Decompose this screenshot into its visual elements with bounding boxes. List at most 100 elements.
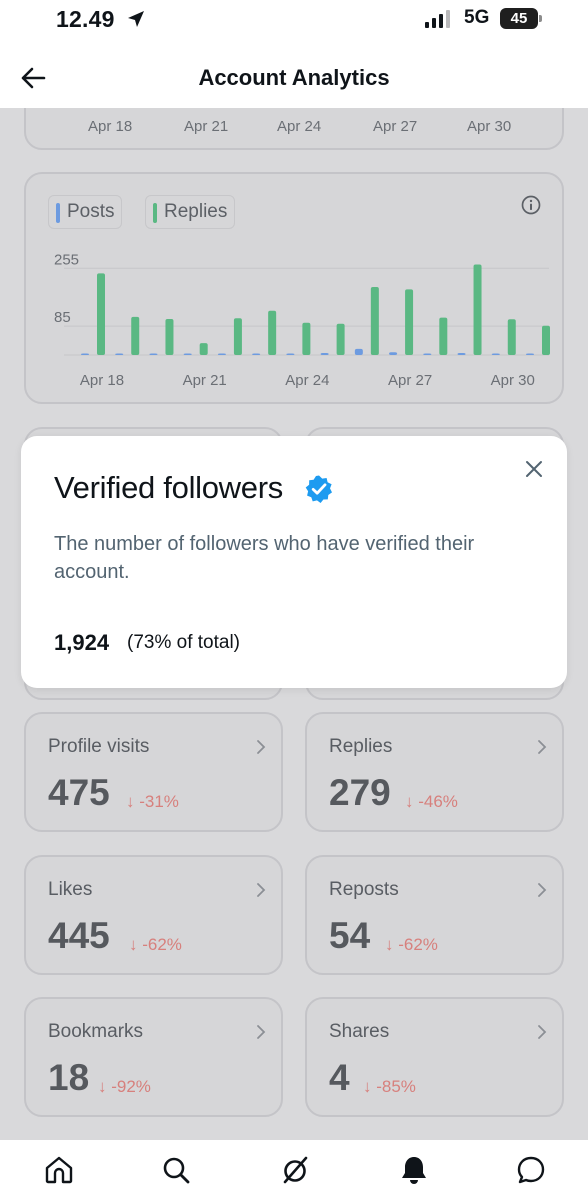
notifications-bell-icon[interactable] <box>398 1154 430 1186</box>
chevron-right-icon <box>257 1025 266 1039</box>
metric-delta: ↓ -62% <box>129 935 182 954</box>
metric-delta-value: -46% <box>418 792 458 811</box>
metric-delta: ↓ -31% <box>126 792 179 811</box>
bar-replies-13 <box>542 325 550 355</box>
bar-replies-4 <box>233 318 242 355</box>
metric-delta: ↓ -62% <box>385 935 438 954</box>
bar-posts-12 <box>491 353 500 355</box>
posts-replies-bar-chart: 255 85 Apr 18 Apr 21 Apr 24 Apr 27 Apr 30 <box>54 251 550 389</box>
metric-delta-value: -62% <box>142 935 182 954</box>
bar-posts-3 <box>183 353 192 355</box>
x-tick-label: Apr 27 <box>388 372 432 389</box>
bar-replies-8 <box>370 287 379 355</box>
bar-replies-3 <box>199 343 208 355</box>
metric-card-profile-visits[interactable]: Profile visits 475 ↓ -31% <box>24 712 283 832</box>
bottom-tab-bar <box>0 1140 588 1200</box>
bar-replies-9 <box>405 289 414 355</box>
metric-label: Bookmarks <box>48 1021 144 1042</box>
legend-posts[interactable]: Posts <box>48 195 122 229</box>
metric-label: Replies <box>329 736 393 757</box>
bar-replies-6 <box>302 322 311 355</box>
metric-label: Shares <box>329 1021 390 1042</box>
status-time: 12.49 <box>56 6 115 32</box>
bar-replies-0 <box>97 273 105 355</box>
metric-delta: ↓ -85% <box>363 1077 416 1096</box>
metric-delta-value: -31% <box>139 792 179 811</box>
bar-posts-6 <box>286 353 295 355</box>
metric-delta-value: -62% <box>398 935 438 954</box>
battery-level: 45 <box>510 10 528 27</box>
bar-replies-11 <box>473 264 482 355</box>
chevron-right-icon <box>538 883 547 897</box>
metric-label: Reposts <box>329 879 399 900</box>
top-x-label-4: Apr 30 <box>467 118 512 135</box>
verified-followers-percent: (73% of total) <box>127 632 240 653</box>
legend-replies-swatch <box>153 203 157 223</box>
nav-bar-cover: Account Analytics <box>0 50 588 108</box>
search-icon[interactable] <box>160 1154 192 1186</box>
bar-posts-13 <box>526 353 534 355</box>
bar-posts-9 <box>389 352 398 355</box>
status-bar: 12.49 5G 45 <box>0 0 588 50</box>
bar-replies-12 <box>507 319 516 355</box>
x-tick-label: Apr 21 <box>183 372 227 389</box>
bar-posts-7 <box>320 352 329 355</box>
bar-posts-5 <box>252 353 261 355</box>
bar-replies-10 <box>439 317 448 355</box>
battery-icon: 45 <box>500 8 542 29</box>
home-icon[interactable] <box>43 1154 75 1186</box>
close-icon[interactable] <box>525 460 543 478</box>
bar-posts-8 <box>354 348 363 355</box>
metric-value: 475 <box>48 772 110 813</box>
bar-posts-4 <box>217 353 226 355</box>
network-type: 5G <box>464 7 490 28</box>
top-x-label-3: Apr 27 <box>373 118 418 135</box>
cellular-signal-icon <box>425 10 450 28</box>
bar-posts-2 <box>149 353 158 355</box>
legend-replies-label: Replies <box>164 201 228 222</box>
metric-label: Profile visits <box>48 736 150 757</box>
bar-replies-7 <box>336 323 345 355</box>
metric-delta-value: -92% <box>111 1077 151 1096</box>
metric-value: 279 <box>329 772 391 813</box>
metric-label: Likes <box>48 879 93 900</box>
metric-value: 4 <box>329 1057 350 1098</box>
page-title: Account Analytics <box>198 65 390 90</box>
legend-replies[interactable]: Replies <box>145 195 235 229</box>
top-x-label-1: Apr 21 <box>184 118 229 135</box>
metric-value: 54 <box>329 915 371 956</box>
x-tick-label: Apr 24 <box>285 372 329 389</box>
verified-followers-count: 1,924 <box>54 630 110 655</box>
bar-posts-1 <box>115 353 124 355</box>
verified-followers-popover: Verified followers The number of followe… <box>21 436 567 688</box>
chevron-right-icon <box>538 740 547 754</box>
verified-badge-icon <box>305 475 332 503</box>
x-tick-label: Apr 18 <box>80 372 124 389</box>
bar-posts-10 <box>423 353 432 355</box>
bar-replies-2 <box>165 318 174 355</box>
legend-posts-swatch <box>56 203 60 223</box>
bar-posts-11 <box>457 352 466 355</box>
grok-icon[interactable] <box>279 1154 311 1186</box>
legend-posts-label: Posts <box>67 201 115 222</box>
metric-value: 445 <box>48 915 110 956</box>
bar-posts-0 <box>81 353 89 355</box>
chevron-right-icon <box>538 1025 547 1039</box>
popover-title: Verified followers <box>54 470 283 505</box>
top-x-label-0: Apr 18 <box>88 118 133 135</box>
chevron-right-icon <box>257 883 266 897</box>
top-x-label-2: Apr 24 <box>277 118 322 135</box>
metric-delta: ↓ -46% <box>405 792 458 811</box>
bar-replies-1 <box>131 316 140 355</box>
messages-icon[interactable] <box>515 1154 547 1186</box>
metric-card-bookmarks[interactable]: Bookmarks 18 ↓ -92% <box>24 997 283 1117</box>
metric-card-shares[interactable]: Shares 4 ↓ -85% <box>305 997 564 1117</box>
metric-card-likes[interactable]: Likes 445 ↓ -62% <box>24 855 283 975</box>
metric-card-reposts[interactable]: Reposts 54 ↓ -62% <box>305 855 564 975</box>
x-tick-label: Apr 30 <box>491 372 535 389</box>
chevron-right-icon <box>257 740 266 754</box>
bar-replies-5 <box>268 310 277 355</box>
metric-card-replies[interactable]: Replies 279 ↓ -46% <box>305 712 564 832</box>
popover-description: The number of followers who have verifie… <box>54 533 475 583</box>
info-icon[interactable] <box>521 195 541 215</box>
